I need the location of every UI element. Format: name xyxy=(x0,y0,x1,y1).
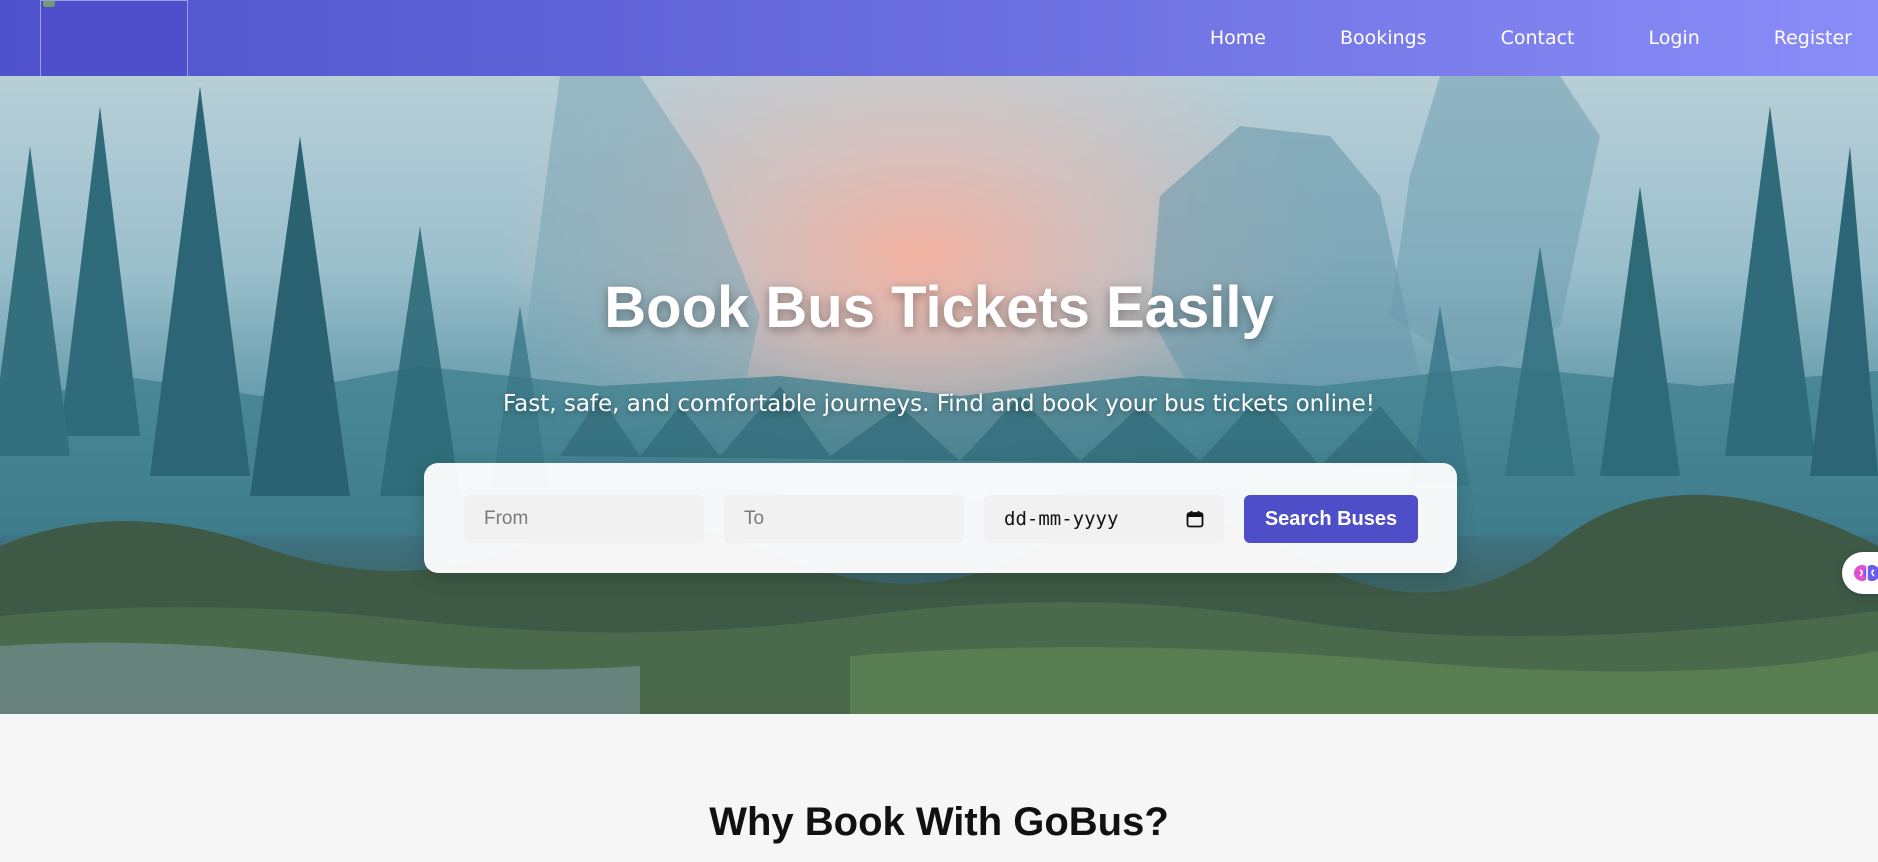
broken-image-icon xyxy=(43,1,55,7)
nav-links: Home Bookings Contact Login Register xyxy=(1136,0,1852,76)
site-logo[interactable] xyxy=(40,0,188,79)
search-buses-button[interactable]: Search Buses xyxy=(1244,495,1418,543)
bus-search-form: dd-mm-yyyy Search Buses xyxy=(424,463,1457,573)
navbar: Home Bookings Contact Login Register xyxy=(0,0,1878,79)
hero-subtitle: Fast, safe, and comfortable journeys. Fi… xyxy=(503,391,1375,417)
date-placeholder: dd-mm-yyyy xyxy=(1004,508,1119,530)
browser-extension-button[interactable] xyxy=(1842,552,1878,594)
nav-home-link[interactable]: Home xyxy=(1210,27,1266,49)
features-section-title: Why Book With GoBus? xyxy=(709,800,1169,844)
from-input[interactable] xyxy=(464,495,704,543)
nav-login-link[interactable]: Login xyxy=(1649,27,1700,49)
date-input[interactable]: dd-mm-yyyy xyxy=(984,495,1224,543)
hero-title: Book Bus Tickets Easily xyxy=(604,275,1274,340)
brain-extension-icon xyxy=(1854,565,1878,581)
nav-contact-link[interactable]: Contact xyxy=(1501,27,1575,49)
to-input[interactable] xyxy=(724,495,964,543)
hero-section: Book Bus Tickets Easily Fast, safe, and … xyxy=(0,76,1878,714)
nav-bookings-link[interactable]: Bookings xyxy=(1340,27,1427,49)
nav-register-link[interactable]: Register xyxy=(1774,27,1852,49)
calendar-icon[interactable] xyxy=(1186,510,1204,528)
